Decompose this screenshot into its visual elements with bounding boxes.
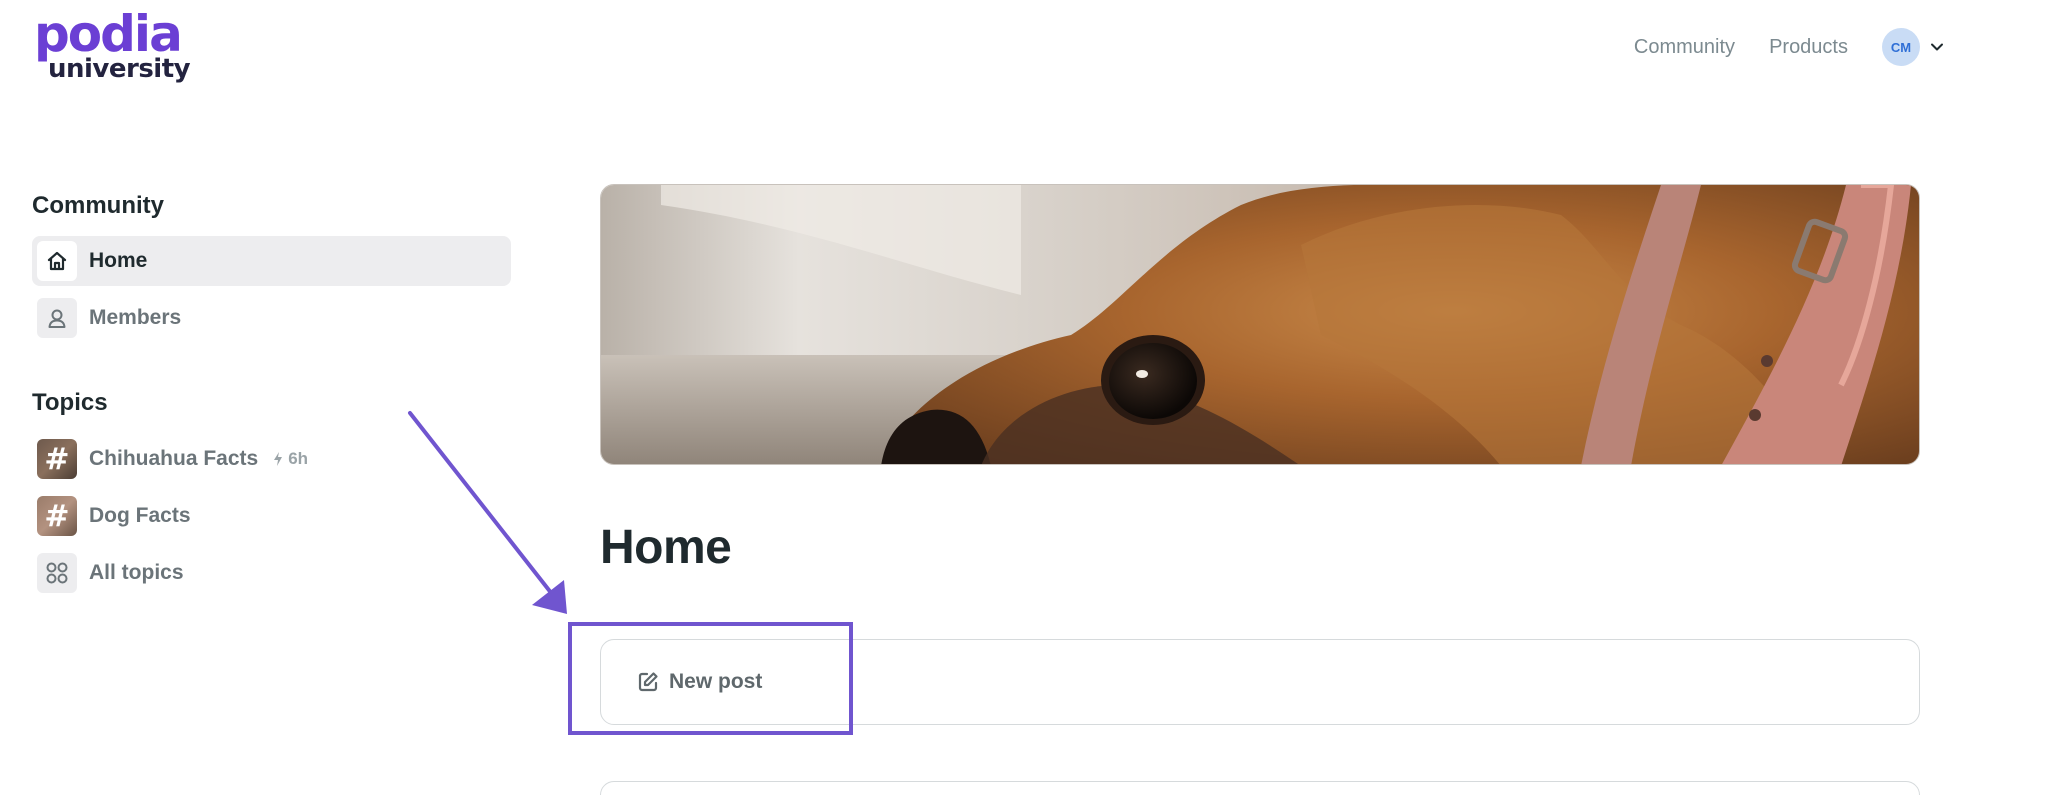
new-post-composer[interactable]: New post bbox=[600, 639, 1920, 725]
hash-icon: # bbox=[37, 439, 77, 479]
recent-activity-badge: 6h bbox=[272, 449, 308, 469]
avatar: CM bbox=[1882, 28, 1920, 66]
user-icon bbox=[37, 298, 77, 338]
sidebar-item-label: Dog Facts bbox=[89, 504, 191, 527]
community-banner-image bbox=[600, 184, 1920, 465]
lightning-icon bbox=[274, 452, 283, 466]
logo-text-university: university bbox=[48, 54, 191, 84]
sidebar-heading-topics: Topics bbox=[32, 389, 108, 416]
sidebar-item-chihuahua-facts[interactable]: # Chihuahua Facts 6h bbox=[32, 434, 511, 484]
sidebar-item-label: Chihuahua Facts bbox=[89, 447, 259, 470]
nav-link-products[interactable]: Products bbox=[1769, 29, 1848, 65]
sidebar-item-members[interactable]: Members bbox=[32, 293, 511, 343]
page-title: Home bbox=[600, 521, 732, 574]
nav-link-community[interactable]: Community bbox=[1634, 29, 1735, 65]
feed-card bbox=[600, 781, 1920, 795]
sidebar-item-label: Members bbox=[89, 306, 182, 329]
activity-time: 6h bbox=[288, 449, 309, 468]
sidebar-item-home[interactable]: Home bbox=[32, 236, 511, 286]
new-post-label: New post bbox=[669, 670, 763, 693]
hash-icon: # bbox=[37, 496, 77, 536]
sidebar-item-dog-facts[interactable]: # Dog Facts bbox=[32, 491, 511, 541]
podia-university-logo[interactable]: podia university bbox=[34, 6, 191, 84]
home-icon bbox=[37, 241, 77, 281]
chevron-down-icon bbox=[1931, 43, 1943, 51]
sidebar-heading-community: Community bbox=[32, 192, 164, 219]
chihuahua-photo bbox=[601, 185, 1919, 464]
sidebar-item-all-topics[interactable]: All topics bbox=[32, 548, 511, 598]
top-navigation: Community Products CM bbox=[1634, 28, 1944, 66]
account-menu-button[interactable]: CM bbox=[1882, 28, 1944, 66]
sidebar-item-label: All topics bbox=[89, 561, 184, 584]
sidebar-item-label: Home bbox=[89, 249, 148, 272]
grid-icon bbox=[37, 553, 77, 593]
edit-icon bbox=[638, 672, 658, 692]
